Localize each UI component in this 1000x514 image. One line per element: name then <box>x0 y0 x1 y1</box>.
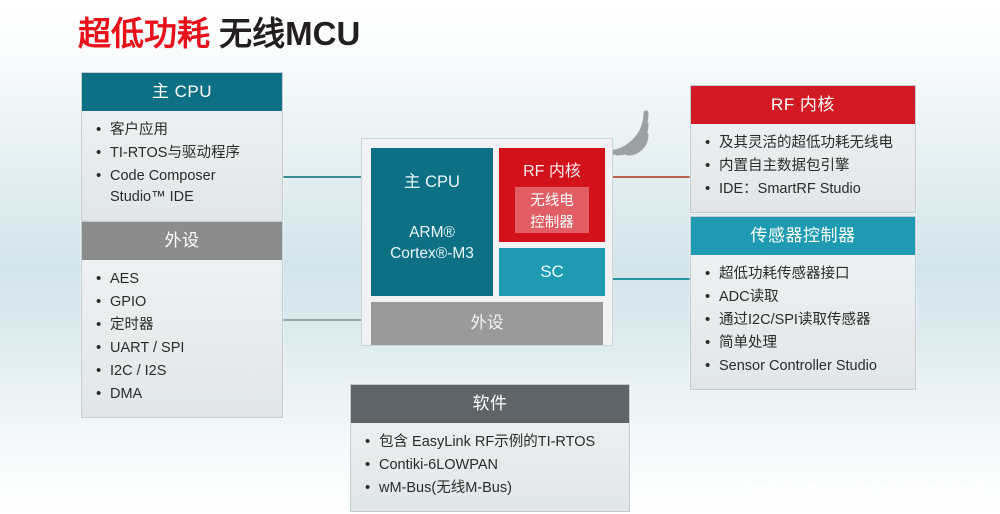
panel-main-cpu: 主 CPU 客户应用 TI-RTOS与驱动程序 Code Composer St… <box>81 72 283 221</box>
panel-rf-core-list: 及其灵活的超低功耗无线电 内置自主数据包引擎 IDE：SmartRF Studi… <box>704 132 905 200</box>
list-item: I2C / I2S <box>95 360 272 382</box>
chip-main-cpu-core-line1: ARM® <box>409 224 455 241</box>
page-title-highlight: 超低功耗 <box>78 15 210 52</box>
list-item: Contiki-6LOWPAN <box>364 454 619 476</box>
panel-software-body: 包含 EasyLink RF示例的TI-RTOS Contiki-6LOWPAN… <box>351 423 629 511</box>
chip-radio-controller-line2: 控制器 <box>530 215 574 231</box>
list-item: 及其灵活的超低功耗无线电 <box>704 132 905 154</box>
list-item: 简单处理 <box>704 332 905 354</box>
panel-software-header: 软件 <box>351 385 629 423</box>
panel-sensor-controller-list: 超低功耗传感器接口 ADC读取 通过I2C/SPI读取传感器 简单处理 Sens… <box>704 263 905 377</box>
list-item: 包含 EasyLink RF示例的TI-RTOS <box>364 431 619 453</box>
panel-sensor-controller-header: 传感器控制器 <box>691 217 915 255</box>
list-item: ADC读取 <box>704 286 905 308</box>
list-item: 内置自主数据包引擎 <box>704 155 905 177</box>
list-item: 定时器 <box>95 314 272 336</box>
panel-peripherals-list: AES GPIO 定时器 UART / SPI I2C / I2S DMA <box>95 268 272 405</box>
slide-canvas: 超低功耗 无线MCU 主 CPU ARM® Cortex®-M3 RF 内核 无… <box>0 0 1000 514</box>
list-item: IDE：SmartRF Studio <box>704 178 905 200</box>
panel-peripherals: 外设 AES GPIO 定时器 UART / SPI I2C / I2S DMA <box>81 221 283 418</box>
panel-software: 软件 包含 EasyLink RF示例的TI-RTOS Contiki-6LOW… <box>350 384 630 512</box>
connector-chip-to-rf <box>610 176 694 178</box>
list-item: 客户应用 <box>95 119 272 141</box>
chip-block-main-cpu[interactable]: 主 CPU ARM® Cortex®-M3 <box>371 148 493 296</box>
panel-main-cpu-list: 客户应用 TI-RTOS与驱动程序 Code Composer Studio™ … <box>95 119 272 208</box>
chip-block-radio-controller[interactable]: 无线电 控制器 <box>515 187 589 233</box>
list-item-line1: Code Composer <box>110 168 216 184</box>
chip-block-sensor-controller[interactable]: SC <box>499 248 605 296</box>
chip-main-cpu-core-line2: Cortex®-M3 <box>390 245 474 262</box>
list-item: UART / SPI <box>95 337 272 359</box>
chip-main-cpu-label: 主 CPU <box>404 173 460 191</box>
list-item: TI-RTOS与驱动程序 <box>95 142 272 164</box>
list-item: Sensor Controller Studio <box>704 355 905 377</box>
chip-main-cpu-core: ARM® Cortex®-M3 <box>371 222 493 264</box>
list-item: 通过I2C/SPI读取传感器 <box>704 309 905 331</box>
panel-main-cpu-header: 主 CPU <box>82 73 282 111</box>
chip-diagram: 主 CPU ARM® Cortex®-M3 RF 内核 无线电 控制器 SC 外… <box>361 138 613 346</box>
list-item: wM-Bus(无线M-Bus) <box>364 477 619 499</box>
list-item-line2: Studio™ IDE <box>110 189 194 205</box>
page-title: 超低功耗 无线MCU <box>78 12 360 56</box>
connector-chip-to-sensor-controller <box>610 278 694 280</box>
page-title-rest: 无线MCU <box>210 15 361 52</box>
panel-sensor-controller: 传感器控制器 超低功耗传感器接口 ADC读取 通过I2C/SPI读取传感器 简单… <box>690 216 916 390</box>
panel-peripherals-header: 外设 <box>82 222 282 260</box>
panel-rf-core-header: RF 内核 <box>691 86 915 124</box>
chip-block-peripherals[interactable]: 外设 <box>371 302 603 345</box>
list-item: GPIO <box>95 291 272 313</box>
list-item: Code Composer Studio™ IDE <box>95 165 272 208</box>
connector-peripherals-to-chip <box>282 319 364 321</box>
chip-block-rf-core[interactable]: RF 内核 无线电 控制器 <box>499 148 605 242</box>
panel-sensor-controller-body: 超低功耗传感器接口 ADC读取 通过I2C/SPI读取传感器 简单处理 Sens… <box>691 255 915 389</box>
watermark: TEXAS INSTRUMENTS <box>747 484 986 505</box>
panel-software-list: 包含 EasyLink RF示例的TI-RTOS Contiki-6LOWPAN… <box>364 431 619 499</box>
panel-rf-core-body: 及其灵活的超低功耗无线电 内置自主数据包引擎 IDE：SmartRF Studi… <box>691 124 915 212</box>
list-item: AES <box>95 268 272 290</box>
chip-rf-core-label: RF 内核 <box>523 163 581 180</box>
chip-top-row: 主 CPU ARM® Cortex®-M3 RF 内核 无线电 控制器 SC <box>371 148 605 296</box>
panel-main-cpu-body: 客户应用 TI-RTOS与驱动程序 Code Composer Studio™ … <box>82 111 282 220</box>
panel-peripherals-body: AES GPIO 定时器 UART / SPI I2C / I2S DMA <box>82 260 282 417</box>
list-item: DMA <box>95 383 272 405</box>
list-item: 超低功耗传感器接口 <box>704 263 905 285</box>
panel-rf-core: RF 内核 及其灵活的超低功耗无线电 内置自主数据包引擎 IDE：SmartRF… <box>690 85 916 213</box>
connector-cpu-to-chip <box>282 176 364 178</box>
chip-radio-controller-line1: 无线电 <box>530 193 574 209</box>
